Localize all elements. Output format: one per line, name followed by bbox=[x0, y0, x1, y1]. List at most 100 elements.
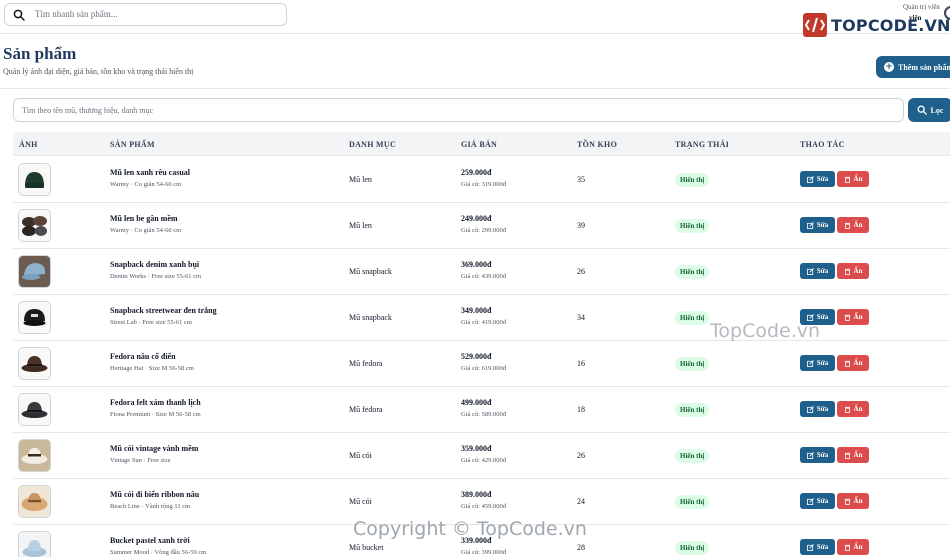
product-name: Fedora felt xám thanh lịch bbox=[110, 398, 201, 407]
product-category: Mũ cói bbox=[349, 451, 372, 460]
hide-label: Ẩn bbox=[853, 175, 863, 183]
user-role: Quản trị viên bbox=[903, 3, 940, 11]
product-meta: Warmy · Co giãn 54-60 cm bbox=[110, 181, 182, 188]
filter-button-label: Lọc bbox=[930, 105, 944, 115]
trash-icon bbox=[844, 544, 850, 551]
product-stock: 34 bbox=[577, 313, 585, 322]
product-price: 349.000đ bbox=[461, 306, 492, 315]
quick-search-input[interactable]: Tìm nhanh sản phẩm... bbox=[4, 3, 287, 26]
column-header-price: GIÁ BÁN bbox=[461, 140, 498, 149]
edit-button[interactable]: Sửa bbox=[800, 447, 835, 463]
edit-label: Sửa bbox=[816, 175, 829, 183]
edit-icon bbox=[806, 359, 814, 367]
hide-button[interactable]: Ẩn bbox=[837, 493, 869, 509]
page-title: Sản phẩm bbox=[3, 44, 77, 63]
edit-icon bbox=[806, 175, 814, 183]
product-stock: 16 bbox=[577, 359, 585, 368]
hide-button[interactable]: Ẩn bbox=[837, 355, 869, 371]
column-header-image: ẢNH bbox=[19, 140, 38, 149]
status-badge: Hiển thị bbox=[675, 403, 710, 417]
product-name: Mũ len be gân mềm bbox=[110, 214, 178, 223]
straw-vintage-image bbox=[19, 440, 50, 471]
hide-button[interactable]: Ẩn bbox=[837, 217, 869, 233]
product-name: Snapback streetwear đen trắng bbox=[110, 306, 217, 315]
product-category: Mũ bucket bbox=[349, 543, 384, 552]
table-header: ẢNH SẢN PHẨM DANH MỤC GIÁ BÁN TỒN KHO TR… bbox=[13, 132, 950, 156]
trash-icon bbox=[844, 314, 850, 321]
product-category: Mũ len bbox=[349, 175, 372, 184]
beanie-green-image bbox=[19, 164, 50, 195]
product-price: 249.000đ bbox=[461, 214, 492, 223]
snapback-denim-image bbox=[19, 256, 50, 287]
edit-label: Sửa bbox=[816, 221, 829, 229]
plus-icon: + bbox=[884, 62, 894, 72]
edit-label: Sửa bbox=[816, 543, 829, 551]
copyright-watermark: Copyright © TopCode.vn bbox=[353, 518, 587, 540]
product-price: 499.000đ bbox=[461, 398, 492, 407]
product-stock: 18 bbox=[577, 405, 585, 414]
edit-button[interactable]: Sửa bbox=[800, 263, 835, 279]
product-thumbnail bbox=[18, 393, 51, 426]
product-category: Mũ fedora bbox=[349, 405, 383, 414]
edit-button[interactable]: Sửa bbox=[800, 539, 835, 555]
column-header-status: TRẠNG THÁI bbox=[675, 140, 730, 149]
watermark-text: TopCode.vn bbox=[710, 320, 821, 342]
edit-button[interactable]: Sửa bbox=[800, 171, 835, 187]
hide-button[interactable]: Ẩn bbox=[837, 263, 869, 279]
column-header-product: SẢN PHẨM bbox=[110, 140, 155, 149]
edit-label: Sửa bbox=[816, 267, 829, 275]
edit-button[interactable]: Sửa bbox=[800, 355, 835, 371]
edit-button[interactable]: Sửa bbox=[800, 493, 835, 509]
product-thumbnail bbox=[18, 439, 51, 472]
filter-search-placeholder: Tìm theo tên mũ, thương hiệu, danh mục bbox=[22, 106, 153, 115]
product-name: Bucket pastel xanh trời bbox=[110, 536, 190, 545]
filter-search-input[interactable]: Tìm theo tên mũ, thương hiệu, danh mục bbox=[13, 98, 904, 122]
product-meta: Beach Line · Vành rộng 11 cm bbox=[110, 503, 191, 510]
quick-search-placeholder: Tìm nhanh sản phẩm... bbox=[35, 9, 118, 19]
trash-icon bbox=[844, 498, 850, 505]
edit-label: Sửa bbox=[816, 359, 829, 367]
filter-button[interactable]: Lọc bbox=[908, 98, 950, 122]
product-old-price: Giá cũ: 399.000đ bbox=[461, 549, 506, 556]
product-old-price: Giá cũ: 419.000đ bbox=[461, 319, 506, 326]
table-row: Snapback denim xanh bụi Denim Works · Fr… bbox=[13, 249, 950, 295]
product-old-price: Giá cũ: 429.000đ bbox=[461, 457, 506, 464]
hide-button[interactable]: Ẩn bbox=[837, 539, 869, 555]
hide-label: Ẩn bbox=[853, 221, 863, 229]
search-icon bbox=[13, 9, 25, 21]
edit-icon bbox=[806, 543, 814, 551]
add-product-button[interactable]: + Thêm sản phẩm bbox=[876, 56, 950, 78]
product-old-price: Giá cũ: 439.000đ bbox=[461, 273, 506, 280]
edit-label: Sửa bbox=[816, 451, 829, 459]
product-thumbnail bbox=[18, 531, 51, 557]
product-name: Fedora nâu cổ điển bbox=[110, 352, 176, 361]
fedora-gray-image bbox=[19, 394, 50, 425]
bucket-pastel-image bbox=[19, 532, 50, 557]
hide-button[interactable]: Ẩn bbox=[837, 171, 869, 187]
product-price: 359.000đ bbox=[461, 444, 492, 453]
product-category: Mũ snapback bbox=[349, 267, 392, 276]
hide-button[interactable]: Ẩn bbox=[837, 447, 869, 463]
edit-icon bbox=[806, 267, 814, 275]
edit-button[interactable]: Sửa bbox=[800, 401, 835, 417]
hide-label: Ẩn bbox=[853, 543, 863, 551]
column-header-actions: THAO TÁC bbox=[800, 140, 845, 149]
status-badge: Hiển thị bbox=[675, 357, 710, 371]
status-badge: Hiển thị bbox=[675, 311, 710, 325]
product-meta: Fiona Premium · Size M 56-58 cm bbox=[110, 411, 201, 418]
hide-button[interactable]: Ẩn bbox=[837, 309, 869, 325]
page-subtitle: Quản lý ảnh đại diện, giá bán, tồn kho v… bbox=[3, 67, 194, 76]
product-meta: Warmy · Co giãn 54-60 cm bbox=[110, 227, 182, 234]
snapback-black-image bbox=[19, 302, 50, 333]
table-row: Fedora nâu cổ điển Heritage Hat · Size M… bbox=[13, 341, 950, 387]
product-thumbnail bbox=[18, 209, 51, 242]
edit-icon bbox=[806, 497, 814, 505]
product-thumbnail bbox=[18, 347, 51, 380]
edit-button[interactable]: Sửa bbox=[800, 217, 835, 233]
product-meta: Heritage Hat · Size M 56-58 cm bbox=[110, 365, 194, 372]
edit-icon bbox=[806, 221, 814, 229]
trash-icon bbox=[844, 222, 850, 229]
hide-button[interactable]: Ẩn bbox=[837, 401, 869, 417]
header-divider bbox=[0, 88, 950, 89]
product-name: Mũ cói đi biển ribbon nâu bbox=[110, 490, 200, 499]
